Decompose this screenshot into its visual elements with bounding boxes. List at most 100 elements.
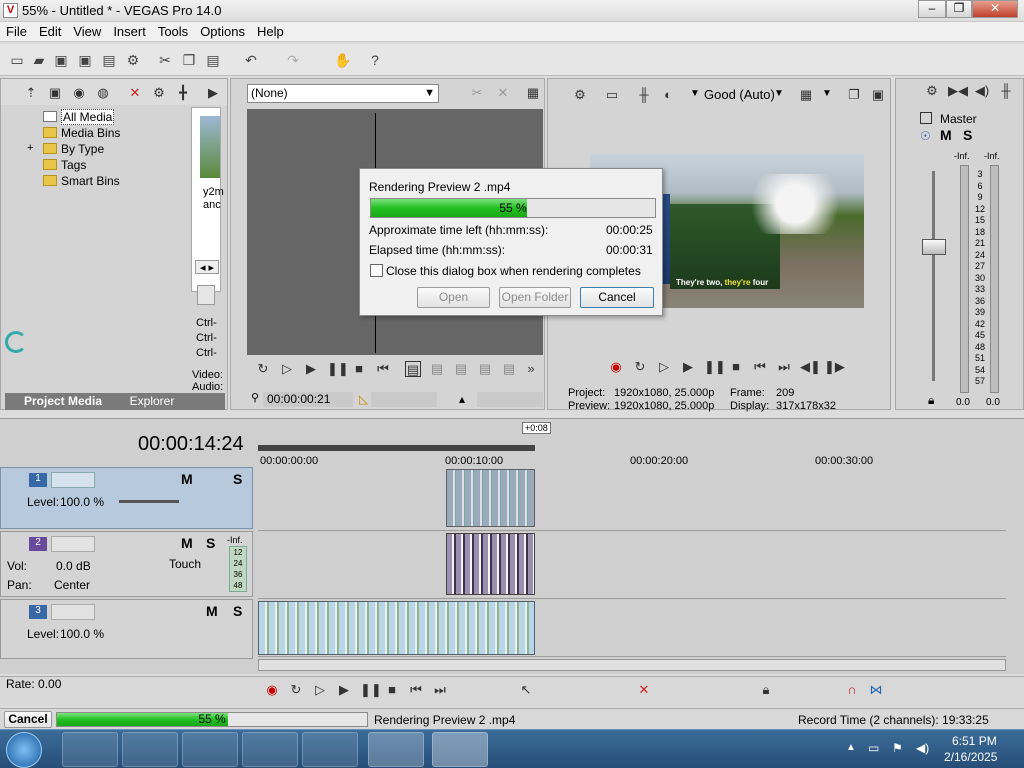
- open-button[interactable]: Open: [417, 287, 490, 308]
- save-as-icon[interactable]: ▣: [76, 51, 94, 69]
- master-fx-icon[interactable]: ▶◀: [948, 83, 968, 99]
- go-to-start-icon[interactable]: ⏮: [408, 682, 424, 698]
- add-after-icon[interactable]: ▤: [429, 361, 445, 377]
- speaker-icon[interactable]: ◀): [974, 83, 990, 99]
- taskbar-app-icon[interactable]: [368, 732, 424, 767]
- track-2-name[interactable]: [51, 536, 95, 552]
- edit-tool-icon[interactable]: ✋: [334, 51, 352, 69]
- remove-icon[interactable]: ✕: [127, 85, 143, 101]
- close-when-done-checkbox[interactable]: [370, 264, 383, 277]
- menu-help[interactable]: Help: [251, 22, 290, 41]
- trimmer-stop-icon[interactable]: ■: [351, 361, 367, 377]
- trimmer-pause-icon[interactable]: ❚❚: [327, 361, 349, 377]
- menu-insert[interactable]: Insert: [107, 22, 152, 41]
- auto-crossfade-icon[interactable]: ⋈: [868, 682, 884, 698]
- media-properties-icon[interactable]: ⚙: [151, 85, 167, 101]
- audio-event[interactable]: [446, 533, 535, 595]
- close-button[interactable]: ✕: [972, 0, 1018, 18]
- firefox-icon[interactable]: [122, 732, 178, 767]
- play-icon[interactable]: ▶: [205, 85, 221, 101]
- preview-stop-icon[interactable]: ■: [728, 359, 744, 375]
- tree-item-media-bins[interactable]: Media Bins: [43, 126, 186, 142]
- tree-item-all-media[interactable]: All Media: [43, 109, 186, 126]
- trimmer-options-icon[interactable]: ▦: [525, 85, 541, 101]
- go-to-start-icon[interactable]: ⏮: [752, 359, 768, 375]
- media-thumbnail[interactable]: [200, 116, 220, 178]
- open-icon[interactable]: ▰: [30, 51, 48, 69]
- tab-explorer[interactable]: Explorer: [117, 394, 187, 408]
- track-2-touch[interactable]: Touch: [169, 557, 201, 571]
- import-media-icon[interactable]: ⇡: [23, 85, 39, 101]
- tray-expand-icon[interactable]: ▲: [846, 742, 856, 753]
- go-to-start-icon[interactable]: ⏮: [375, 361, 391, 377]
- fx-dropdown-icon[interactable]: ▼: [690, 88, 700, 99]
- menu-view[interactable]: View: [67, 22, 107, 41]
- start-button[interactable]: [6, 732, 42, 768]
- loop-icon[interactable]: ↻: [632, 359, 648, 375]
- lock-icon[interactable]: 🔒︎: [928, 393, 934, 408]
- track-1-header[interactable]: 1 M S Level: 100.0 %: [0, 467, 253, 529]
- menu-tools[interactable]: Tools: [152, 22, 194, 41]
- add-before-icon[interactable]: ▤: [453, 361, 469, 377]
- track-3-mute[interactable]: M: [206, 603, 218, 619]
- track-3-name[interactable]: [51, 604, 95, 620]
- tree-item-smart-bins[interactable]: Smart Bins: [43, 174, 186, 190]
- overlays-chevron-icon[interactable]: ▼: [822, 88, 832, 99]
- web-icon[interactable]: ◍: [95, 85, 111, 101]
- loop-icon[interactable]: ↻: [255, 361, 271, 377]
- tab-project-media[interactable]: Project Media: [13, 394, 113, 408]
- add-to-timeline-icon[interactable]: ▤: [405, 361, 421, 377]
- record-icon[interactable]: ◉: [608, 359, 624, 375]
- cancel-button[interactable]: Cancel: [580, 287, 654, 308]
- play-from-start-icon[interactable]: ▷: [656, 359, 672, 375]
- split-screen-icon[interactable]: ╫: [636, 87, 652, 103]
- preview-quality[interactable]: Good (Auto): [704, 87, 775, 102]
- flag-icon[interactable]: ⚑: [892, 741, 903, 755]
- track-1-level-slider[interactable]: [119, 500, 179, 503]
- track-2-mute[interactable]: M: [181, 535, 193, 551]
- media-fx-icon[interactable]: ╋: [175, 85, 191, 101]
- play-from-start-icon[interactable]: ▷: [279, 361, 295, 377]
- status-cancel-button[interactable]: Cancel: [4, 711, 52, 728]
- track-1-solo[interactable]: S: [233, 471, 242, 487]
- trimmer-play-icon[interactable]: ▶: [303, 361, 319, 377]
- delete-icon[interactable]: ✕: [636, 682, 652, 698]
- preview-play-icon[interactable]: ▶: [680, 359, 696, 375]
- save-snapshot-icon[interactable]: ▣: [870, 87, 886, 103]
- properties-icon[interactable]: ⚙: [124, 51, 142, 69]
- track-1-name[interactable]: [51, 472, 95, 488]
- more-icon[interactable]: »: [523, 361, 539, 377]
- copy-snapshot-icon[interactable]: ❐: [846, 87, 862, 103]
- new-project-icon[interactable]: ▭: [8, 51, 26, 69]
- video-event-track-3[interactable]: [258, 601, 535, 655]
- loop-region[interactable]: [258, 445, 535, 451]
- snapshot-icon[interactable]: [197, 285, 215, 305]
- render-as-icon[interactable]: ▤: [100, 51, 118, 69]
- go-to-end-icon[interactable]: ⏭: [432, 682, 448, 698]
- redo-icon[interactable]: ↷: [284, 51, 302, 69]
- timeline-scrollbar[interactable]: [258, 659, 1006, 671]
- track-2-header[interactable]: 2 M S -Inf. Vol: 0.0 dB Touch Pan: Cente…: [0, 531, 253, 597]
- get-media-icon[interactable]: ◉: [71, 85, 87, 101]
- master-fader[interactable]: [922, 239, 946, 255]
- loop-icon[interactable]: ↻: [288, 682, 304, 698]
- fx-bypass-icon[interactable]: ◐: [660, 87, 676, 103]
- track-1-mute[interactable]: M: [181, 471, 193, 487]
- track-2-solo[interactable]: S: [206, 535, 215, 551]
- timeline-play-icon[interactable]: ▶: [336, 682, 352, 698]
- vegas-taskbar-icon[interactable]: [432, 732, 488, 767]
- timeline-stop-icon[interactable]: ■: [384, 682, 400, 698]
- external-monitor-icon[interactable]: ▭: [604, 87, 620, 103]
- menu-edit[interactable]: Edit: [33, 22, 67, 41]
- menu-options[interactable]: Options: [194, 22, 251, 41]
- record-icon[interactable]: ◉: [264, 682, 280, 698]
- network-icon[interactable]: ▭: [868, 741, 879, 755]
- track-3-solo[interactable]: S: [233, 603, 242, 619]
- next-frame-icon[interactable]: ❚▶: [824, 359, 845, 375]
- snapping-icon[interactable]: ∩: [844, 682, 860, 698]
- clock-date[interactable]: 2/16/2025: [944, 750, 997, 764]
- trimmer-clear-icon[interactable]: ✕: [495, 85, 511, 101]
- expand-icon[interactable]: +: [27, 142, 33, 154]
- maximize-button[interactable]: ❐: [946, 0, 972, 18]
- clock-time[interactable]: 6:51 PM: [952, 734, 997, 748]
